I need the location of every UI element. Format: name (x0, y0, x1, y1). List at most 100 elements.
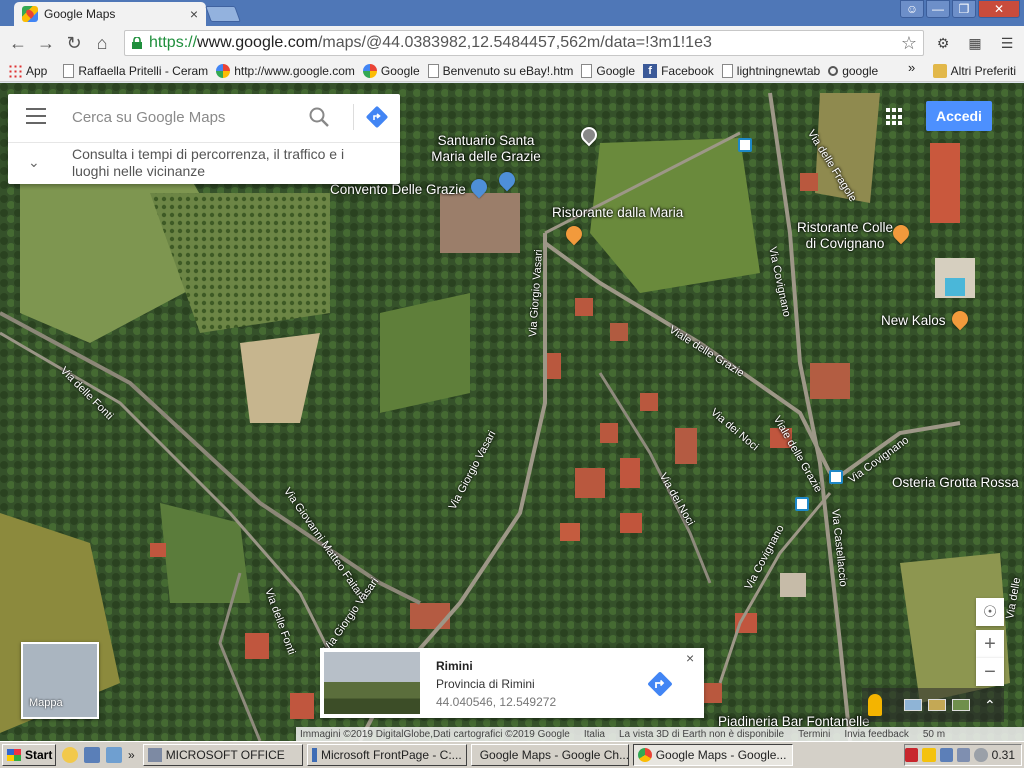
feedback-link[interactable]: Invia feedback (844, 729, 909, 740)
poi-ristorante-dalla-maria[interactable]: Ristorante dalla Maria (552, 205, 683, 220)
imagery-thumb-icon[interactable] (904, 699, 922, 711)
page-icon (721, 63, 733, 78)
bookmarks-bar: App Raffaella Pritelli - Ceram http://ww… (0, 60, 1024, 82)
browser-tab-google-maps[interactable]: Google Maps × (14, 2, 206, 26)
location-photo[interactable] (324, 652, 420, 714)
search-panel: ⌄ Consulta i tempi di percorrenza, il tr… (8, 94, 400, 184)
bookmark-google-3[interactable]: google (828, 64, 878, 78)
location-info-card[interactable]: Rimini Provincia di Rimini 44.040546, 12… (320, 648, 704, 718)
task-microsoft-office[interactable]: MICROSOFT OFFICE (142, 744, 303, 766)
task-google-maps-2[interactable]: Google Maps - Google... (632, 744, 793, 766)
search-icon[interactable] (308, 106, 330, 128)
bookmark-ebay[interactable]: Benvenuto su eBay!.htm (427, 63, 573, 78)
close-window-button[interactable]: ✕ (978, 0, 1020, 18)
frontpage-icon (311, 748, 317, 762)
bookmark-google-2[interactable]: Google (581, 63, 635, 78)
poi-ristorante-colle[interactable]: Ristorante Colle di Covignano (790, 220, 900, 252)
back-arrow-icon[interactable]: ← (4, 29, 32, 57)
google-apps-icon[interactable] (886, 108, 904, 126)
start-button[interactable]: Start (2, 744, 56, 766)
page-icon (581, 63, 593, 78)
restore-button[interactable]: ❐ (952, 0, 976, 18)
user-profile-icon[interactable]: ☺ (900, 0, 924, 18)
imagery-thumb-icon[interactable] (928, 699, 946, 711)
bus-stop-icon[interactable] (738, 138, 752, 152)
terms-link[interactable]: Termini (798, 729, 830, 740)
poi-osteria-grotta-rossa[interactable]: Osteria Grotta Rossa (892, 475, 1019, 490)
imagery-thumb-icon[interactable] (952, 699, 970, 711)
lock-icon (132, 37, 142, 49)
extension-v-icon[interactable]: ⚙ (932, 32, 954, 54)
location-coordinates: 44.040546, 12.549272 (436, 695, 557, 709)
poi-convento[interactable]: Convento Delle Grazie (330, 182, 466, 197)
url-path: /maps/@44.0383982,12.5484457,562m/data=!… (317, 34, 712, 51)
chrome-menu-icon[interactable]: ☰ (996, 32, 1018, 54)
bus-stop-icon[interactable] (829, 470, 843, 484)
bookmark-google-1[interactable]: Google (362, 63, 420, 78)
bookmark-star-icon[interactable]: ☆ (901, 33, 917, 54)
home-icon[interactable]: ⌂ (88, 29, 116, 57)
quicklaunch-explorer-icon[interactable] (84, 747, 100, 763)
page-icon (427, 63, 439, 78)
directions-icon[interactable] (646, 670, 674, 698)
map-type-toggle[interactable]: Mappa (21, 642, 99, 719)
chevron-down-icon[interactable]: ⌄ (28, 154, 40, 171)
poi-santuario-line1[interactable]: Santuario Santa Maria delle Grazie (428, 133, 544, 165)
extension-piano-icon[interactable]: ▦ (964, 32, 986, 54)
map-bottom-controls: ⌃ (862, 688, 1004, 722)
zoom-out-button[interactable]: − (976, 658, 1004, 686)
clock[interactable]: 0.31 (992, 748, 1015, 762)
my-location-icon[interactable]: ☉ (976, 598, 1004, 626)
location-subtitle: Provincia di Rimini (436, 677, 535, 691)
bookmark-facebook[interactable]: f Facebook (643, 63, 714, 78)
browser-tab-bar: Google Maps × ☺ — ❐ ✕ (0, 0, 1024, 26)
task-google-maps-1[interactable]: Google Maps - Google Ch... (470, 744, 629, 766)
directions-icon[interactable] (366, 106, 388, 128)
search-input[interactable] (72, 104, 302, 130)
minimize-button[interactable]: — (926, 0, 950, 18)
shield-icon[interactable] (922, 748, 936, 762)
reload-icon[interactable]: ↻ (60, 29, 88, 57)
expand-up-icon[interactable]: ⌃ (984, 697, 996, 714)
volume-icon[interactable] (956, 748, 971, 762)
new-tab-button[interactable] (205, 6, 241, 22)
bus-stop-icon[interactable] (795, 497, 809, 511)
quicklaunch-more-icon[interactable]: » (128, 748, 135, 762)
zoom-in-button[interactable]: + (976, 630, 1004, 658)
facebook-icon: f (643, 63, 658, 78)
tab-title: Google Maps (44, 7, 116, 21)
quicklaunch-clock-icon[interactable] (62, 747, 78, 763)
search-separator (353, 104, 354, 130)
bookmarks-more-icon[interactable]: » (908, 60, 915, 75)
country-link[interactable]: Italia (584, 729, 605, 740)
hamburger-menu-icon[interactable] (26, 108, 46, 124)
sign-in-button[interactable]: Accedi (926, 101, 992, 131)
address-bar[interactable]: https://www.google.com/maps/@44.0383982,… (124, 30, 924, 56)
scale-bar[interactable]: 50 m (923, 729, 945, 740)
bookmark-google-url[interactable]: http://www.google.com (216, 63, 355, 78)
explore-hint[interactable]: Consulta i tempi di percorrenza, il traf… (72, 146, 382, 180)
task-frontpage[interactable]: Microsoft FrontPage - C:... (306, 744, 467, 766)
windows-logo-icon (7, 749, 21, 761)
bookmark-raffaella[interactable]: Raffaella Pritelli - Ceram (63, 63, 208, 78)
chrome-icon (637, 748, 652, 762)
url-scheme: https:// (149, 34, 198, 51)
street-view-pegman-icon[interactable] (868, 694, 882, 716)
antivirus-icon[interactable] (905, 748, 919, 762)
bookmark-lightningnewtab[interactable]: lightningnewtab (721, 63, 820, 78)
poi-new-kalos[interactable]: New Kalos (881, 313, 946, 328)
quicklaunch-network-icon[interactable] (106, 747, 122, 763)
search-icon (828, 65, 839, 76)
page-icon (63, 63, 75, 78)
close-icon[interactable]: × (686, 650, 694, 666)
bookmark-app[interactable]: App (8, 63, 47, 78)
3d-notice: La vista 3D di Earth non è disponibile (619, 728, 785, 740)
bookmark-other-folder[interactable]: Altri Preferiti (932, 63, 1016, 78)
panel-divider (8, 142, 400, 143)
forward-arrow-icon[interactable]: → (32, 29, 60, 57)
network-icon[interactable] (939, 748, 953, 762)
imagery-credit: Immagini ©2019 DigitalGlobe,Dati cartogr… (300, 728, 570, 740)
map-attribution: Immagini ©2019 DigitalGlobe,Dati cartogr… (296, 727, 1024, 741)
settings-icon[interactable] (974, 748, 988, 762)
tab-close-icon[interactable]: × (190, 6, 198, 22)
